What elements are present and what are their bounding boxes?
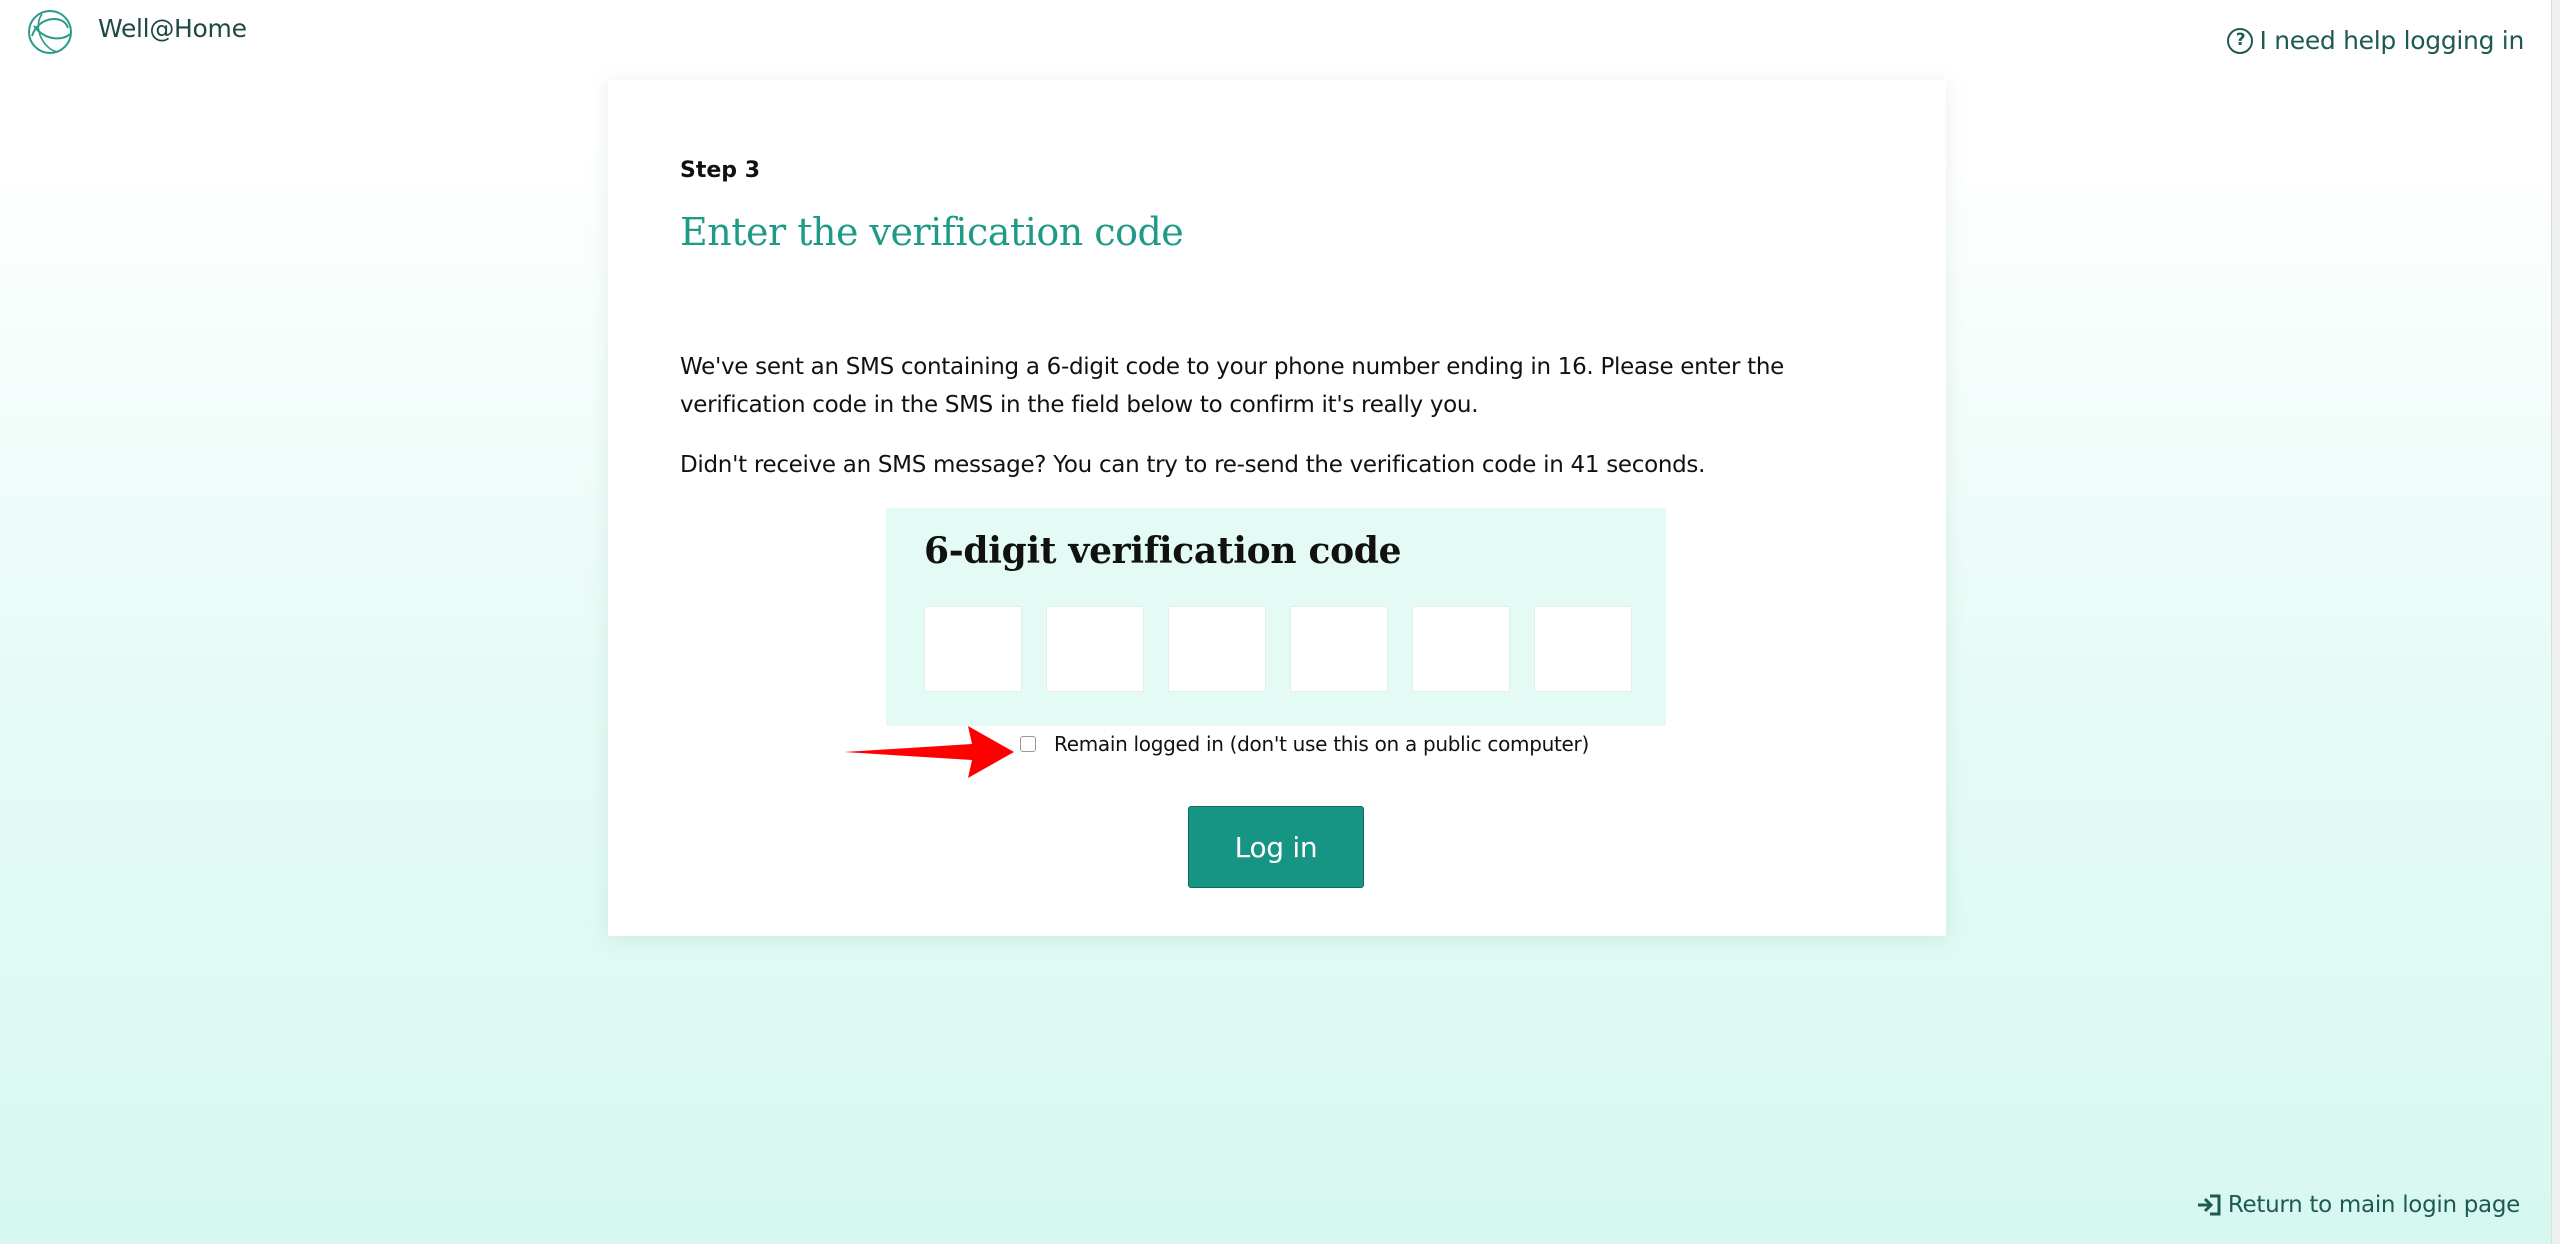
digit-input-3[interactable] (1168, 606, 1266, 692)
red-arrow-annotation (844, 726, 1014, 778)
top-bar: Well@Home ? I need help logging in (0, 0, 2552, 70)
digit-input-5[interactable] (1412, 606, 1510, 692)
sms-description: We've sent an SMS containing a 6-digit c… (680, 354, 1785, 418)
resend-info: Didn't receive an SMS message? You can t… (680, 452, 1706, 478)
help-link[interactable]: ? I need help logging in (2227, 26, 2524, 55)
remain-logged-in-checkbox[interactable] (1020, 736, 1036, 752)
digit-input-4[interactable] (1290, 606, 1388, 692)
brand-name: Well@Home (98, 14, 247, 43)
scrollbar[interactable] (2551, 0, 2560, 1244)
return-link-label: Return to main login page (2227, 1192, 2520, 1218)
remain-logged-in-row: Remain logged in (don't use this on a pu… (1020, 732, 1589, 756)
digit-input-6[interactable] (1534, 606, 1632, 692)
login-button[interactable]: Log in (1188, 806, 1364, 888)
code-panel: 6-digit verification code (886, 508, 1666, 726)
page-title: Enter the verification code (680, 210, 1184, 254)
digit-input-2[interactable] (1046, 606, 1144, 692)
digit-input-1[interactable] (924, 606, 1022, 692)
help-link-label: I need help logging in (2259, 26, 2524, 55)
step-label: Step 3 (680, 158, 760, 183)
help-icon: ? (2227, 27, 2254, 54)
return-to-login-link[interactable]: Return to main login page (2196, 1192, 2520, 1218)
sign-in-icon (2197, 1194, 2221, 1216)
remain-logged-in-label[interactable]: Remain logged in (don't use this on a pu… (1054, 732, 1589, 756)
logo-icon[interactable] (24, 6, 76, 58)
verification-card: Step 3 Enter the verification code We've… (608, 80, 1946, 936)
code-label: 6-digit verification code (924, 530, 1402, 572)
digit-inputs (924, 606, 1632, 692)
